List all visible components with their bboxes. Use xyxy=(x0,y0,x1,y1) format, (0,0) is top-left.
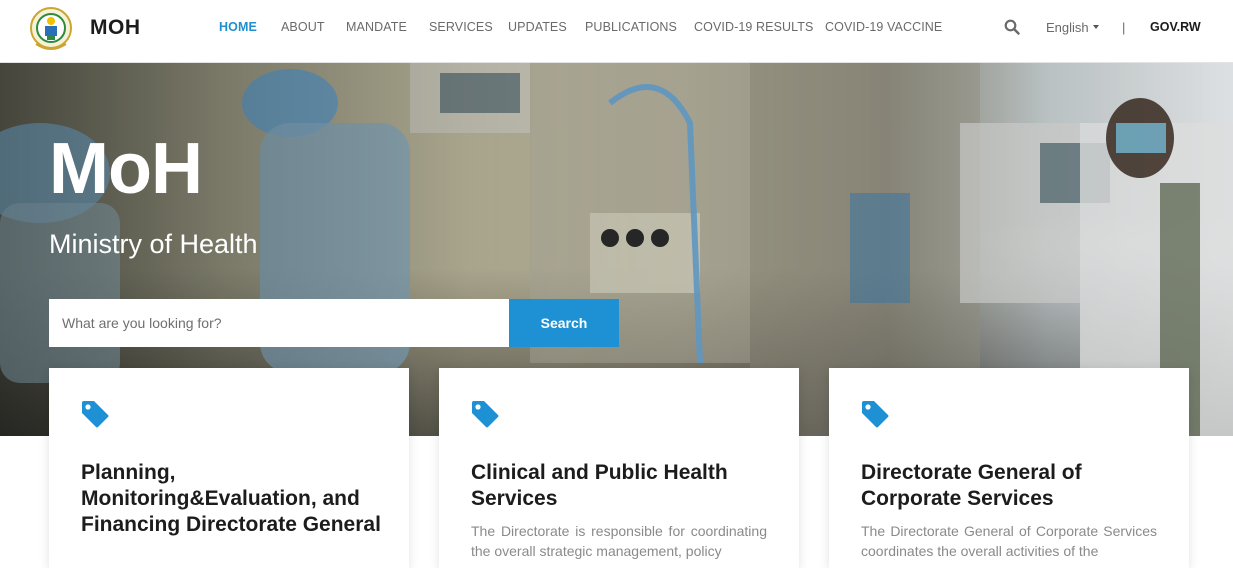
coat-of-arms-logo[interactable] xyxy=(28,4,74,54)
header-divider: | xyxy=(1122,20,1126,35)
gov-rw-link[interactable]: GOV.RW xyxy=(1150,20,1201,34)
top-header: MOH HOME ABOUT MANDATE SERVICES UPDATES … xyxy=(0,0,1233,63)
hero-subtitle: Ministry of Health xyxy=(49,229,258,259)
nav-updates[interactable]: UPDATES xyxy=(508,20,567,34)
tag-icon xyxy=(860,399,890,429)
language-selector[interactable]: English xyxy=(1046,20,1089,35)
card-corporate-services[interactable]: Directorate General of Corporate Service… xyxy=(829,368,1189,568)
nav-mandate[interactable]: MANDATE xyxy=(346,20,407,34)
search-icon[interactable] xyxy=(1004,19,1020,35)
nav-publications[interactable]: PUBLICATIONS xyxy=(585,20,677,34)
brand-name[interactable]: MOH xyxy=(90,16,141,40)
card-title[interactable]: Planning, Monitoring&Evaluation, and Fin… xyxy=(81,460,381,538)
card-description: The Directorate is responsible for coord… xyxy=(471,523,767,559)
nav-services[interactable]: SERVICES xyxy=(429,20,493,34)
tag-icon xyxy=(80,399,110,429)
nav-covid19-results[interactable]: COVID-19 RESULTS xyxy=(694,20,813,34)
search-button[interactable]: Search xyxy=(509,299,619,347)
card-clinical-public-health[interactable]: Clinical and Public Health Services The … xyxy=(439,368,799,568)
tag-icon xyxy=(470,399,500,429)
site-search-input[interactable] xyxy=(49,299,509,347)
card-title[interactable]: Directorate General of Corporate Service… xyxy=(861,460,1161,512)
card-planning[interactable]: Planning, Monitoring&Evaluation, and Fin… xyxy=(49,368,409,568)
nav-home[interactable]: HOME xyxy=(219,20,257,34)
nav-covid19-vaccine[interactable]: COVID-19 VACCINE xyxy=(825,20,942,34)
hero-title: MoH xyxy=(49,129,203,209)
card-description: The Directorate General of Corporate Ser… xyxy=(861,523,1157,559)
nav-about[interactable]: ABOUT xyxy=(281,20,325,34)
card-title[interactable]: Clinical and Public Health Services xyxy=(471,460,771,512)
chevron-down-icon[interactable] xyxy=(1093,25,1099,29)
